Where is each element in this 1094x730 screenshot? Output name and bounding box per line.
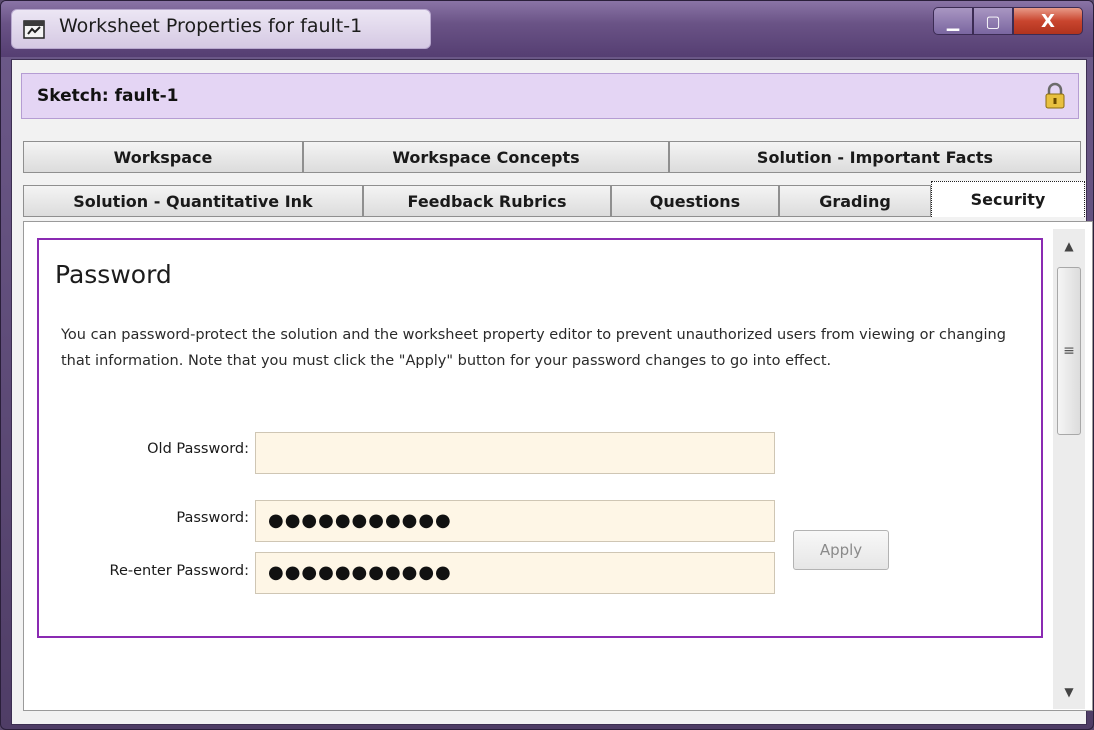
- tab-label: Grading: [819, 191, 891, 211]
- reenter-password-field[interactable]: ●●●●●●●●●●●: [255, 552, 775, 594]
- worksheet-app-icon: [23, 20, 45, 39]
- minimize-button[interactable]: ▁: [933, 7, 973, 35]
- tab-label: Security: [970, 190, 1046, 209]
- maximize-icon: ▢: [985, 11, 1001, 31]
- tab-feedback-rubrics[interactable]: Feedback Rubrics: [363, 185, 611, 217]
- tab-label: Questions: [649, 191, 741, 211]
- scroll-up-icon[interactable]: ▲: [1053, 233, 1085, 259]
- password-label: Password:: [176, 510, 249, 526]
- reenter-password-label: Re-enter Password:: [109, 563, 249, 579]
- old-password-label: Old Password:: [147, 441, 249, 457]
- tab-workspace[interactable]: Workspace: [23, 141, 303, 173]
- tab-workspace-concepts[interactable]: Workspace Concepts: [303, 141, 669, 173]
- vertical-scrollbar[interactable]: ▲ ≡ ▼: [1053, 229, 1085, 709]
- scroll-down-icon[interactable]: ▼: [1053, 679, 1085, 705]
- tab-solution-quantitative-ink[interactable]: Solution - Quantitative Ink: [23, 185, 363, 217]
- password-field[interactable]: ●●●●●●●●●●●: [255, 500, 775, 542]
- window-controls: ▁ ▢ X: [933, 7, 1083, 39]
- title-bar[interactable]: Worksheet Properties for fault-1 ▁ ▢ X: [1, 1, 1093, 57]
- tab-label: Workspace: [113, 147, 213, 167]
- section-heading: Password: [55, 260, 172, 289]
- tab-security[interactable]: Security: [931, 181, 1085, 217]
- close-icon: X: [1041, 10, 1055, 32]
- grip-icon: ≡: [1063, 343, 1075, 359]
- tab-label: Workspace Concepts: [392, 147, 580, 167]
- apply-button[interactable]: Apply: [793, 530, 889, 570]
- tab-solution-important-facts[interactable]: Solution - Important Facts: [669, 141, 1081, 173]
- tab-grading[interactable]: Grading: [779, 185, 931, 217]
- maximize-button[interactable]: ▢: [973, 7, 1013, 35]
- section-description: You can password-protect the solution an…: [61, 327, 1006, 369]
- tab-questions[interactable]: Questions: [611, 185, 779, 217]
- scroll-thumb[interactable]: ≡: [1057, 267, 1081, 435]
- sketch-header: Sketch: fault-1: [21, 73, 1079, 119]
- tab-label: Feedback Rubrics: [407, 191, 567, 211]
- password-section: Password You can password-protect the so…: [37, 238, 1043, 638]
- sketch-label: Sketch: fault-1: [37, 86, 179, 106]
- old-password-field[interactable]: [255, 432, 775, 474]
- minimize-icon: ▁: [946, 11, 960, 31]
- window-title: Worksheet Properties for fault-1: [59, 15, 363, 37]
- close-button[interactable]: X: [1013, 7, 1083, 35]
- tab-label: Solution - Important Facts: [756, 147, 994, 167]
- worksheet-properties-window: Worksheet Properties for fault-1 ▁ ▢ X S…: [0, 0, 1094, 730]
- tab-label: Solution - Quantitative Ink: [73, 191, 313, 211]
- lock-icon[interactable]: [1044, 82, 1066, 110]
